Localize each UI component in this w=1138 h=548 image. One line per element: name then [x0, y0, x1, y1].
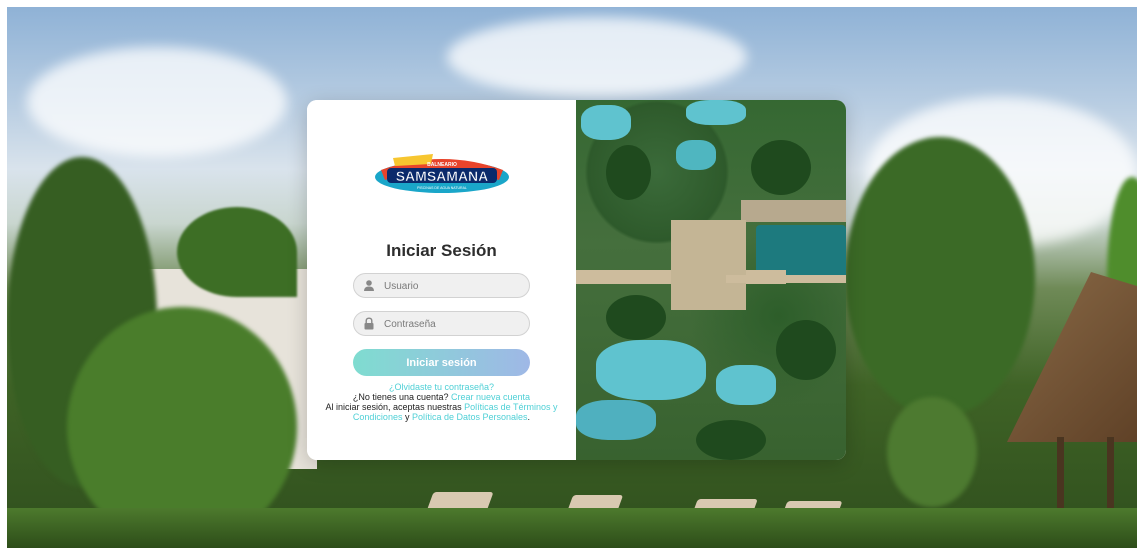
page-title: Iniciar Sesión: [386, 241, 497, 260]
samsamana-logo: BALNEARIO SAMSAMANA PISCINAS DE AGUA NAT…: [375, 154, 509, 193]
pool: [676, 140, 716, 170]
logo-text-line3: PISCINAS DE AGUA NATURAL: [417, 186, 467, 190]
aerial-resort-photo: [576, 100, 846, 460]
trees: [751, 140, 811, 195]
no-account-text: ¿No tienes una cuenta?: [352, 392, 451, 402]
login-card: BALNEARIO SAMSAMANA PISCINAS DE AGUA NAT…: [307, 100, 846, 460]
walkway: [726, 275, 846, 283]
pool: [596, 340, 706, 400]
pool: [576, 400, 656, 440]
trees: [606, 145, 651, 200]
palm-tree: [177, 207, 297, 297]
forgot-password-link[interactable]: ¿Olvidaste tu contraseña?: [389, 382, 494, 392]
login-button[interactable]: Iniciar sesión: [353, 349, 530, 376]
trees: [696, 420, 766, 460]
grass: [7, 508, 1137, 548]
terms-and-text: y: [402, 412, 412, 422]
shrub: [887, 397, 977, 507]
logo-text-line2: SAMSAMANA: [396, 168, 489, 184]
username-input[interactable]: [382, 277, 526, 296]
login-links: ¿Olvidaste tu contraseña? ¿No tienes una…: [325, 382, 558, 422]
user-icon: [364, 280, 374, 291]
login-panel: BALNEARIO SAMSAMANA PISCINAS DE AGUA NAT…: [307, 100, 576, 460]
create-account-link[interactable]: Crear nueva cuenta: [451, 392, 530, 402]
username-field[interactable]: [353, 273, 530, 298]
cloud: [27, 47, 287, 157]
privacy-policy-link[interactable]: Política de Datos Personales: [412, 412, 528, 422]
pool: [686, 100, 746, 125]
trees: [606, 295, 666, 340]
pool: [581, 105, 631, 140]
cloud: [447, 17, 747, 97]
trees: [776, 320, 836, 380]
tree: [845, 137, 1035, 417]
password-input[interactable]: [382, 315, 526, 334]
pool: [716, 365, 776, 405]
deck: [741, 200, 846, 222]
lock-icon: [364, 317, 374, 330]
password-field[interactable]: [353, 311, 530, 336]
terms-suffix-text: .: [527, 412, 531, 422]
tower: [671, 220, 746, 310]
terms-prefix-text: Al iniciar sesión, aceptas nuestras: [325, 402, 465, 412]
